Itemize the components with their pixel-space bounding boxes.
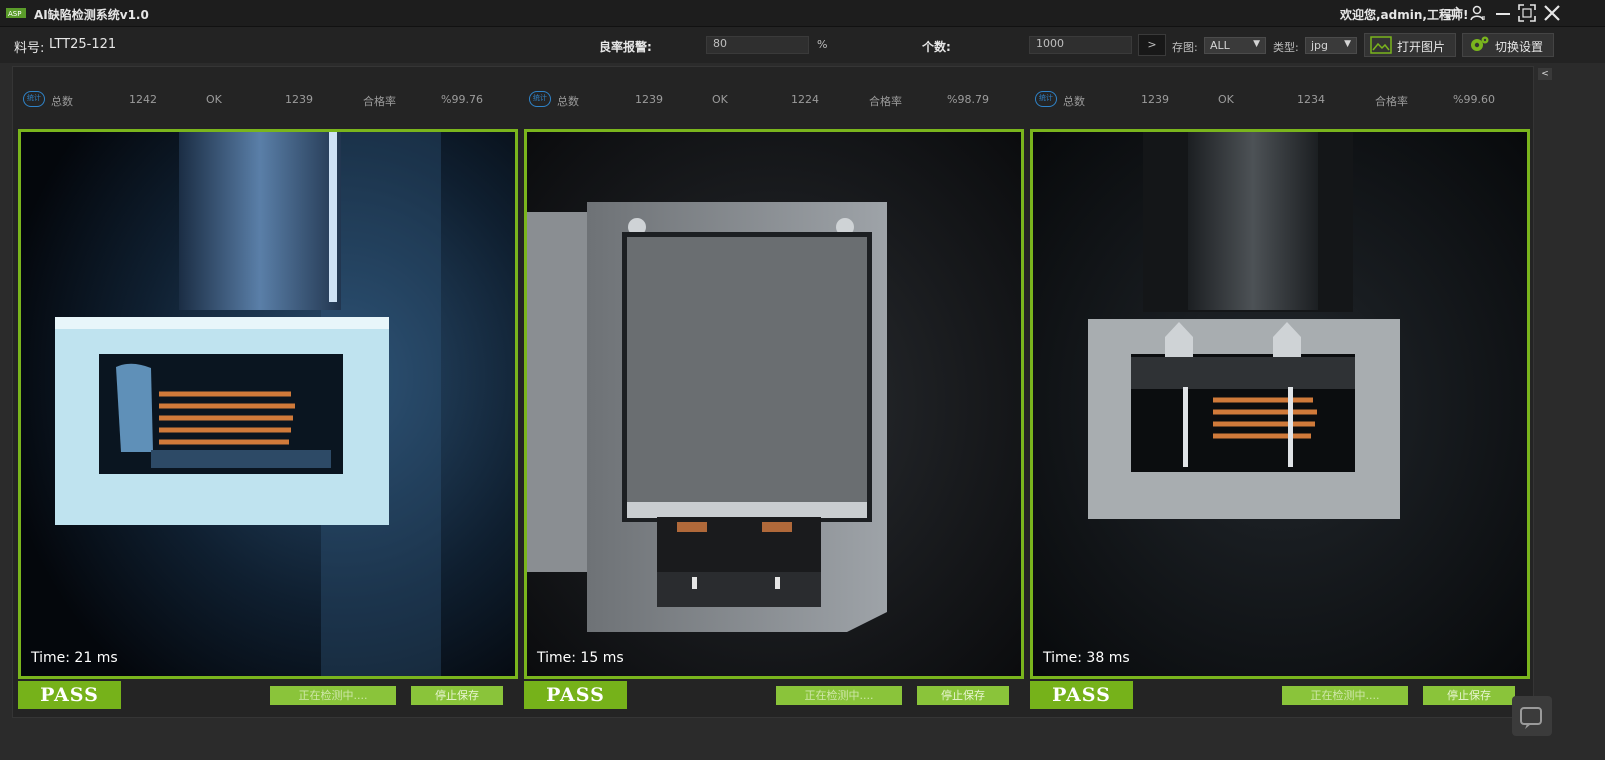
inspection-time: Time: 38 ms: [1043, 650, 1130, 666]
gear-icon: [1471, 36, 1489, 51]
yield-alarm-label: 良率报警:: [599, 40, 652, 54]
total-label: 总数: [1063, 95, 1085, 108]
image-icon: [1370, 36, 1392, 54]
open-image-button[interactable]: 打开图片: [1364, 33, 1456, 57]
detecting-status-button[interactable]: 正在检测中....: [776, 686, 902, 705]
ok-label: OK: [206, 93, 222, 106]
result-badge: PASS: [18, 681, 121, 709]
close-icon[interactable]: [1541, 2, 1563, 24]
swap-icon[interactable]: [1442, 2, 1464, 24]
type-label: 类型:: [1273, 41, 1299, 54]
app-logo-icon: ASP: [6, 8, 26, 18]
type-value: jpg: [1311, 39, 1329, 52]
statistics-icon[interactable]: 统计: [23, 91, 45, 107]
rate-label: 合格率: [869, 95, 902, 108]
result-badge: PASS: [1030, 681, 1133, 709]
total-value: 1242: [129, 93, 157, 106]
camera-image: [1033, 132, 1527, 676]
total-label: 总数: [51, 95, 73, 108]
yield-alarm-input[interactable]: 80: [706, 36, 809, 54]
statistics-icon[interactable]: 统计: [1035, 91, 1057, 107]
rate-value: %99.76: [441, 93, 483, 106]
ok-value: 1224: [791, 93, 819, 106]
result-badge: PASS: [524, 681, 627, 709]
switch-settings-button[interactable]: 切换设置: [1462, 33, 1554, 57]
rate-value: %99.60: [1453, 93, 1495, 106]
save-image-select[interactable]: ALL ▼: [1204, 37, 1266, 54]
inspection-time: Time: 15 ms: [537, 650, 624, 666]
ok-value: 1234: [1297, 93, 1325, 106]
inspection-time: Time: 21 ms: [31, 650, 118, 666]
camera-panel-2: 统计 总数 1239 OK 1224 合格率 %98.79 Time: 15 m…: [519, 67, 1024, 717]
camera-view: Time: 38 ms: [1030, 129, 1530, 679]
rate-value: %98.79: [947, 93, 989, 106]
count-label: 个数:: [922, 40, 951, 54]
dropdown-arrow-icon: ▼: [1344, 39, 1351, 49]
dropdown-arrow-icon: ▼: [1253, 39, 1260, 49]
save-image-label: 存图:: [1172, 41, 1198, 54]
rate-label: 合格率: [1375, 95, 1408, 108]
switch-settings-label: 切换设置: [1495, 40, 1544, 54]
ok-label: OK: [1218, 93, 1234, 106]
stats-row: 统计 总数 1239 OK 1224 合格率 %98.79: [519, 89, 1023, 109]
count-input[interactable]: 1000: [1029, 36, 1132, 54]
total-value: 1239: [1141, 93, 1169, 106]
save-image-value: ALL: [1210, 39, 1230, 52]
total-label: 总数: [557, 95, 579, 108]
user-switch-icon[interactable]: [1467, 2, 1489, 24]
go-button[interactable]: >: [1138, 34, 1166, 56]
ok-label: OK: [712, 93, 728, 106]
ok-value: 1239: [285, 93, 313, 106]
camera-image: [527, 132, 1021, 676]
toolbar: 料号: LTT25-121 良率报警: 80 % 个数: 1000 > 存图: …: [0, 27, 1605, 63]
camera-view: Time: 15 ms: [524, 129, 1024, 679]
camera-image: [21, 132, 515, 676]
percent-unit: %: [817, 38, 828, 51]
title-bar: ASP AI缺陷检测系统v1.0 欢迎您,admin,工程师!: [0, 0, 1605, 27]
detecting-status-button[interactable]: 正在检测中....: [1282, 686, 1408, 705]
stop-save-button[interactable]: 停止保存: [411, 686, 503, 705]
stop-save-button[interactable]: 停止保存: [917, 686, 1009, 705]
minimize-icon[interactable]: [1492, 2, 1514, 24]
floating-tool-icon[interactable]: [1512, 696, 1552, 736]
stats-row: 统计 总数 1239 OK 1234 合格率 %99.60: [1025, 89, 1529, 109]
app-title: AI缺陷检测系统v1.0: [34, 8, 149, 22]
maximize-icon[interactable]: [1516, 2, 1538, 24]
svg-text:ASP: ASP: [8, 10, 21, 18]
rate-label: 合格率: [363, 95, 396, 108]
camera-panel-3: 统计 总数 1239 OK 1234 合格率 %99.60 Time: 38 m…: [1025, 67, 1530, 717]
inspection-area: 统计 总数 1242 OK 1239 合格率 %99.76 Time: 21 m…: [12, 66, 1534, 718]
collapse-panel-button[interactable]: <: [1538, 68, 1552, 80]
detecting-status-button[interactable]: 正在检测中....: [270, 686, 396, 705]
type-select[interactable]: jpg ▼: [1305, 37, 1357, 54]
open-image-label: 打开图片: [1397, 40, 1446, 54]
chat-icon: [1520, 707, 1542, 729]
camera-panel-1: 统计 总数 1242 OK 1239 合格率 %99.76 Time: 21 m…: [13, 67, 518, 717]
total-value: 1239: [635, 93, 663, 106]
material-label: 料号:: [14, 41, 45, 56]
camera-view: Time: 21 ms: [18, 129, 518, 679]
stop-save-button[interactable]: 停止保存: [1423, 686, 1515, 705]
stats-row: 统计 总数 1242 OK 1239 合格率 %99.76: [13, 89, 517, 109]
material-value: LTT25-121: [49, 37, 117, 52]
statistics-icon[interactable]: 统计: [529, 91, 551, 107]
